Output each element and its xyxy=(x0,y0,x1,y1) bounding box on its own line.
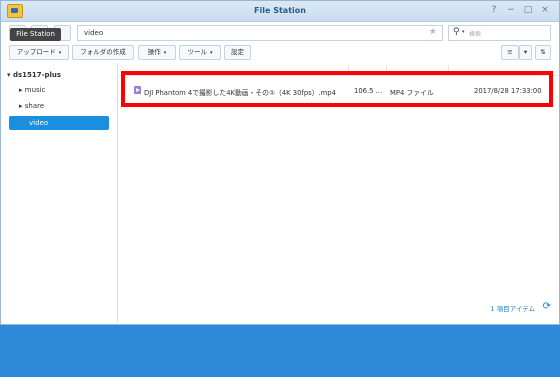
view-options-button[interactable]: ▾ xyxy=(519,45,532,60)
file-type: MP4 ファイル xyxy=(390,89,434,97)
chevron-down-icon: ▾ xyxy=(163,50,167,56)
upload-label: アップロード xyxy=(16,48,56,56)
refresh-icon[interactable]: ⟳ xyxy=(543,301,551,312)
tools-label: ツール xyxy=(187,48,207,56)
create-folder-button[interactable]: フォルダの作成 xyxy=(72,45,134,60)
file-list: DJI Phantom 4で撮影した4K動画・その①（4K 30fps）.mp4… xyxy=(118,63,559,322)
upload-button[interactable]: アップロード ▾ xyxy=(9,45,69,60)
search-icon[interactable]: ⚲ xyxy=(453,27,460,37)
path-field[interactable]: video ★ xyxy=(77,25,443,41)
settings-label: 設定 xyxy=(231,48,244,56)
column-divider[interactable] xyxy=(386,65,387,73)
search-input[interactable]: ⚲ ▾ 検索 xyxy=(448,25,551,41)
settings-button[interactable]: 設定 xyxy=(224,45,251,60)
sidebar-item-label: ds1517-plus xyxy=(12,71,62,79)
column-divider[interactable] xyxy=(348,65,349,73)
sort-icon: ⇅ xyxy=(540,48,546,56)
search-options-chevron-icon[interactable]: ▾ xyxy=(462,29,465,35)
help-icon[interactable]: ? xyxy=(489,5,499,15)
sidebar-item-root[interactable]: ▾ ds1517-plus xyxy=(7,68,61,82)
sort-button[interactable]: ⇅ xyxy=(535,45,551,60)
sidebar-item-share[interactable]: ▸ share xyxy=(19,99,44,113)
favorite-star-icon[interactable]: ★ xyxy=(429,27,437,37)
chevron-down-icon: ▾ xyxy=(209,50,213,56)
close-icon[interactable]: × xyxy=(540,5,550,15)
action-button[interactable]: 操作 ▾ xyxy=(138,45,176,60)
maximize-icon[interactable]: □ xyxy=(523,5,533,15)
window-title: File Station xyxy=(254,6,306,15)
sidebar-item-label: video xyxy=(29,119,49,127)
column-divider[interactable] xyxy=(448,65,449,73)
footer: 1 項目アイテム ⟳ xyxy=(118,301,559,315)
create-folder-label: フォルダの作成 xyxy=(80,48,126,56)
sidebar: ▾ ds1517-plus ▸ music ▸ share video xyxy=(1,63,118,322)
search-placeholder: 検索 xyxy=(469,31,482,38)
tools-button[interactable]: ツール ▾ xyxy=(179,45,221,60)
view-mode-button[interactable]: ≡ xyxy=(501,45,519,60)
action-label: 操作 xyxy=(147,48,161,56)
file-size: 106.5 ... xyxy=(354,87,383,95)
list-view-icon: ≡ xyxy=(507,48,513,56)
file-station-window: File Station ? − □ × video ★ ⚲ ▾ 検索 File… xyxy=(0,0,560,325)
sidebar-item-music[interactable]: ▸ music xyxy=(19,83,45,97)
video-file-icon xyxy=(134,86,141,94)
title-bar: File Station ? − □ × xyxy=(1,1,559,22)
status-bar xyxy=(235,365,560,377)
chevron-down-icon: ▾ xyxy=(58,50,62,56)
file-modified: 2017/8/28 17:33:00 xyxy=(474,87,542,95)
table-row[interactable]: DJI Phantom 4で撮影した4K動画・その①（4K 30fps）.mp4… xyxy=(128,83,554,99)
sidebar-item-label: music xyxy=(24,86,46,94)
navigation-row: video ★ ⚲ ▾ 検索 xyxy=(1,23,559,43)
item-count: 1 項目アイテム xyxy=(490,305,535,313)
sidebar-item-label: share xyxy=(24,102,45,110)
chevron-down-icon: ▾ xyxy=(523,48,528,56)
path-value: video xyxy=(84,29,104,37)
file-name: DJI Phantom 4で撮影した4K動画・その①（4K 30fps）.mp4 xyxy=(144,89,336,97)
column-header xyxy=(118,63,559,76)
minimize-icon[interactable]: − xyxy=(506,5,516,15)
sidebar-item-video[interactable]: video xyxy=(9,116,109,130)
tooltip: File Station xyxy=(10,28,61,41)
toolbar: アップロード ▾ フォルダの作成 操作 ▾ ツール ▾ 設定 ≡ ▾ ⇅ xyxy=(1,44,559,62)
